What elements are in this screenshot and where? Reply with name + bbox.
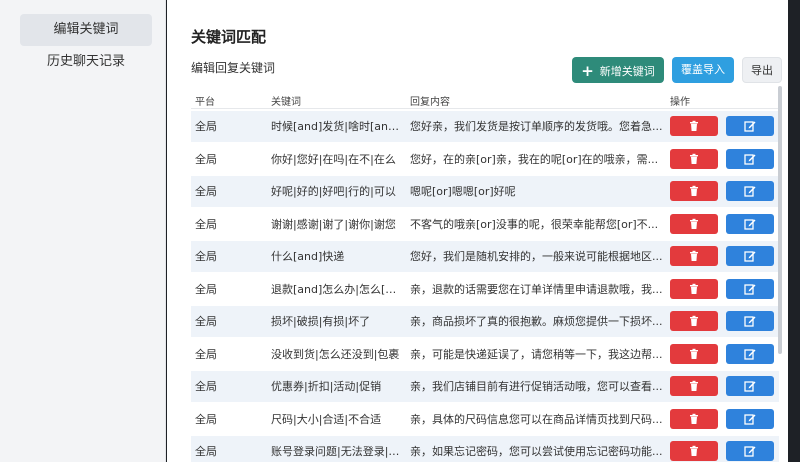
platform-cell: 全局 <box>195 315 217 328</box>
keyword-cell: 什么[and]快递 <box>271 250 345 263</box>
delete-button[interactable] <box>670 376 718 396</box>
edit-button[interactable] <box>726 441 774 461</box>
table-row: 全局 好呢|好的|好吧|行的|可以 嗯呢[or]嗯嗯[or]好呢 <box>191 176 779 207</box>
delete-button[interactable] <box>670 408 718 429</box>
delete-button[interactable] <box>670 311 718 331</box>
edit-button[interactable] <box>726 343 774 364</box>
edit-button[interactable] <box>726 408 774 429</box>
keyword-cell: 损坏|破损|有损|坏了 <box>271 315 371 328</box>
reply-cell: 亲，退款的话需要您在订单详情里申请退款哦，我... <box>410 282 663 296</box>
table-row: 全局 损坏|破损|有损|坏了 亲，商品损坏了真的很抱歉。麻烦您提供一下损坏... <box>191 306 779 337</box>
table-row: 全局 没收到货|怎么还没到|包裹 亲，可能是快递延误了，请您稍等一下，我这边帮... <box>191 339 779 370</box>
header-reply: 回复内容 <box>410 97 450 108</box>
table-row: 全局 尺码|大小|合适|不合适 亲，具体的尺码信息您可以在商品详情页找到尺码... <box>191 404 779 435</box>
edit-button[interactable] <box>726 181 774 201</box>
edit-button[interactable] <box>726 213 774 234</box>
reply-cell: 亲，可能是快递延误了，请您稍等一下，我这边帮... <box>410 347 663 361</box>
edit-button[interactable] <box>726 278 774 299</box>
table-row: 全局 账号登录问题|无法登录|密码 亲，如果忘记密码，您可以尝试使用忘记密码功能..… <box>191 436 779 462</box>
reply-cell: 嗯呢[or]嗯嗯[or]好呢 <box>410 185 516 198</box>
edit-button[interactable] <box>726 246 774 266</box>
edit-button[interactable] <box>726 148 774 169</box>
reply-cell: 您好，我们是随机安排的，一般来说可能根据地区... <box>410 250 663 263</box>
keyword-cell: 你好|您好|在吗|在不|在么 <box>271 152 396 166</box>
delete-button[interactable] <box>670 343 718 364</box>
reply-cell: 亲，我们店铺目前有进行促销活动哦，您可以查看... <box>410 380 663 393</box>
delete-button[interactable] <box>670 148 718 169</box>
page-title: 关键词匹配 <box>191 28 267 46</box>
reply-cell: 您好，在的亲[or]亲，我在的呢[or]在的哦亲，需... <box>410 152 659 166</box>
platform-cell: 全局 <box>195 445 217 458</box>
keyword-cell: 好呢|好的|好吧|行的|可以 <box>271 185 396 198</box>
sidebar: 编辑关键词 历史聊天记录 <box>0 0 166 462</box>
delete-button[interactable] <box>670 246 718 266</box>
keyword-cell: 优惠券|折扣|活动|促销 <box>271 380 382 393</box>
platform-cell: 全局 <box>195 347 217 361</box>
keyword-cell: 谢谢|感谢|谢了|谢你|谢您 <box>271 217 396 231</box>
overwrite-import-button[interactable]: 覆盖导入 <box>672 57 734 83</box>
header-actions: 操作 <box>670 97 690 108</box>
platform-cell: 全局 <box>195 152 217 166</box>
delete-button[interactable] <box>670 116 718 136</box>
table-row: 全局 退款[and]怎么办|怎么[and]退款亲，退款的话需要您在订单详情里申请退… <box>191 274 779 305</box>
delete-button[interactable] <box>670 181 718 201</box>
delete-button[interactable] <box>670 441 718 461</box>
reply-cell: 您好亲，我们发货是按订单顺序的发货哦。您着急... <box>410 120 663 133</box>
main-panel: 关键词匹配 编辑回复关键词 + 新增关键词 覆盖导入 导出 平台 关键词 回复内容… <box>167 0 788 462</box>
edit-button[interactable] <box>726 376 774 396</box>
plus-icon: + <box>581 62 594 80</box>
edit-button[interactable] <box>726 311 774 331</box>
sidebar-item-edit-keywords[interactable]: 编辑关键词 <box>20 14 152 46</box>
keyword-cell: 时候[and]发货|啥时[and]发货 <box>271 120 401 133</box>
edit-button[interactable] <box>726 116 774 136</box>
header-keyword: 关键词 <box>271 97 301 108</box>
keyword-cell: 没收到货|怎么还没到|包裹 <box>271 347 400 361</box>
add-keyword-button[interactable]: + 新增关键词 <box>572 57 664 83</box>
table-row: 全局 谢谢|感谢|谢了|谢你|谢您 不客气的哦亲[or]没事的呢，很荣幸能帮您[or… <box>191 209 779 240</box>
table-row: 全局 时候[and]发货|啥时[and]发货您好亲，我们发货是按订单顺序的发货哦。… <box>191 111 779 142</box>
platform-cell: 全局 <box>195 412 217 426</box>
platform-cell: 全局 <box>195 282 217 296</box>
table-row: 全局 什么[and]快递 您好，我们是随机安排的，一般来说可能根据地区... <box>191 241 779 272</box>
table-row: 全局 优惠券|折扣|活动|促销 亲，我们店铺目前有进行促销活动哦，您可以查看... <box>191 371 779 402</box>
export-button[interactable]: 导出 <box>742 57 782 83</box>
sidebar-item-chat-history[interactable]: 历史聊天记录 <box>20 46 152 78</box>
platform-cell: 全局 <box>195 217 217 231</box>
header-platform: 平台 <box>195 97 215 108</box>
keyword-cell: 尺码|大小|合适|不合适 <box>271 412 382 426</box>
delete-button[interactable] <box>670 213 718 234</box>
table-row: 全局 你好|您好|在吗|在不|在么 您好，在的亲[or]亲，我在的呢[or]在的哦亲… <box>191 144 779 175</box>
delete-button[interactable] <box>670 278 718 299</box>
keyword-cell: 账号登录问题|无法登录|密码 <box>271 445 401 458</box>
reply-cell: 亲，具体的尺码信息您可以在商品详情页找到尺码... <box>410 412 663 426</box>
table-scrollbar[interactable] <box>778 86 782 354</box>
reply-cell: 不客气的哦亲[or]没事的呢，很荣幸能帮您[or]不... <box>410 217 659 231</box>
section-subtitle: 编辑回复关键词 <box>191 61 276 75</box>
platform-cell: 全局 <box>195 380 217 393</box>
platform-cell: 全局 <box>195 185 217 198</box>
platform-cell: 全局 <box>195 250 217 263</box>
keyword-cell: 退款[and]怎么办|怎么[and]退款 <box>271 282 401 296</box>
table-header: 平台 关键词 回复内容 操作 <box>191 89 779 109</box>
reply-cell: 亲，商品损坏了真的很抱歉。麻烦您提供一下损坏... <box>410 315 663 328</box>
platform-cell: 全局 <box>195 120 217 133</box>
reply-cell: 亲，如果忘记密码，您可以尝试使用忘记密码功能... <box>410 445 663 458</box>
